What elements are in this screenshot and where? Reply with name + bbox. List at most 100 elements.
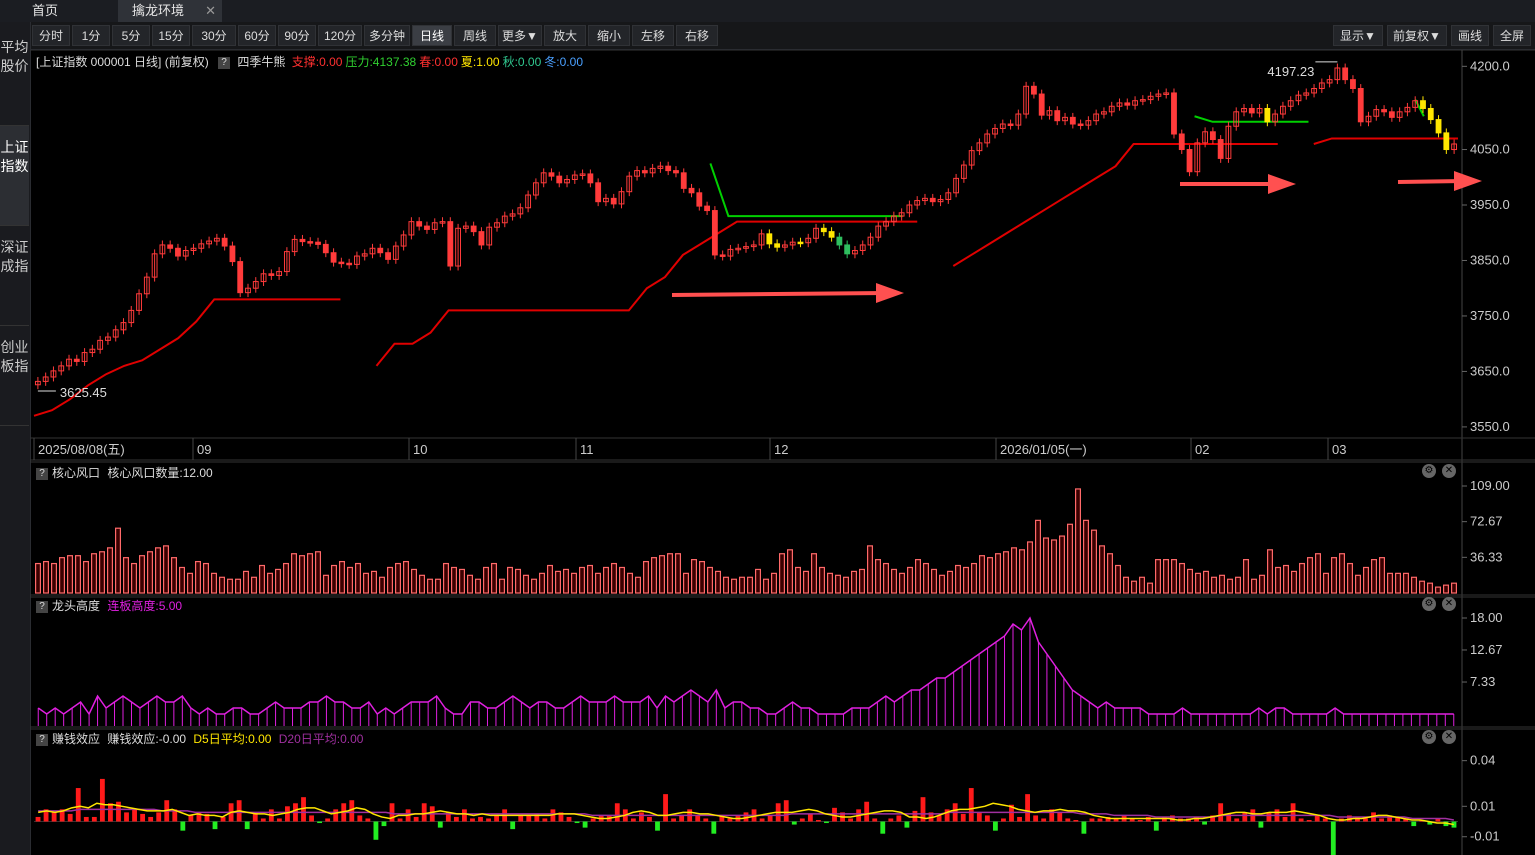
y-tick-label: 36.33 (1470, 549, 1503, 564)
longtou-line (37, 616, 1454, 716)
candle-body (167, 244, 174, 249)
zhuanqian-bar (647, 816, 652, 822)
fengkou-bar (546, 564, 553, 594)
candle-body (416, 221, 423, 227)
indicator-value-4: 秋:0.00 (502, 55, 542, 69)
close-icon[interactable]: ✕ (205, 0, 216, 22)
zhuanqian-bar (365, 818, 371, 822)
view-button-2[interactable]: 画线 (1451, 25, 1489, 46)
period-button-11[interactable]: 更多▼ (498, 25, 542, 46)
candle-body (719, 254, 726, 257)
period-button-2[interactable]: 5分 (112, 25, 150, 46)
sidebar-index-2[interactable]: 深证成指 (0, 226, 29, 326)
help-icon[interactable]: ? (36, 600, 48, 613)
zhuanqian-bar (1001, 818, 1006, 822)
sidebar-index-1[interactable]: 上证指数 (0, 126, 29, 226)
sidebar-index-3[interactable]: 创业板指 (0, 326, 29, 426)
index-sidebar: 平均股价 上证指数 深证成指 创业板指 (0, 22, 31, 855)
panel-title-fengkou: ? 核心风口 核心风口数量:12.00 (36, 464, 213, 481)
candle-body (595, 182, 602, 203)
panel-value: 连板高度:5.00 (107, 599, 183, 613)
zhuanqian-bar (1081, 821, 1087, 834)
tab-home-label: 首页 (32, 3, 59, 18)
zhuanqian-bar (260, 818, 266, 822)
tab-home[interactable]: 首页 (18, 0, 72, 22)
fengkou-bar (66, 555, 73, 594)
view-button-3[interactable]: 全屏 (1493, 25, 1531, 46)
candle-body (1077, 123, 1084, 127)
main-title-text: [上证指数 000001 日线] (前复权) (36, 55, 209, 69)
help-icon[interactable]: ? (36, 733, 48, 746)
zhuanqian-bar (108, 803, 113, 822)
period-button-8[interactable]: 多分钟 (364, 25, 410, 46)
fengkou-bar (1106, 553, 1113, 594)
fengkou-bar (355, 562, 362, 594)
gear-icon[interactable]: ⚙ (1422, 597, 1436, 611)
zhuanqian-bar (317, 821, 323, 824)
fengkou-bar (531, 578, 538, 594)
zhuanqian-bar (494, 815, 500, 822)
candle-body (1342, 67, 1349, 81)
period-button-3[interactable]: 15分 (152, 25, 190, 46)
fengkou-bar (898, 572, 905, 594)
fengkou-bar (1082, 519, 1089, 594)
fengkou-bar (467, 574, 474, 594)
fengkou-bar (1450, 582, 1457, 594)
period-button-14[interactable]: 左移 (632, 25, 674, 46)
period-button-10[interactable]: 周线 (454, 25, 496, 46)
period-button-13[interactable]: 缩小 (588, 25, 630, 46)
fengkou-bar (634, 576, 641, 594)
period-button-15[interactable]: 右移 (676, 25, 718, 46)
zhuanqian-bar (1266, 812, 1272, 822)
candle-body (299, 238, 306, 243)
candle-body (836, 236, 843, 246)
close-panel-icon[interactable]: ✕ (1442, 730, 1456, 744)
gear-icon[interactable]: ⚙ (1422, 730, 1436, 744)
candle-body (1357, 88, 1364, 123)
view-button-0[interactable]: 显示▼ (1333, 25, 1383, 46)
period-button-1[interactable]: 1分 (72, 25, 110, 46)
period-button-4[interactable]: 30分 (192, 25, 236, 46)
fengkou-bar (1290, 570, 1297, 594)
legend-d20: D20日平均:0.00 (278, 732, 364, 746)
help-icon[interactable]: ? (218, 56, 231, 69)
period-button-6[interactable]: 90分 (278, 25, 316, 46)
zhuanqian-bar (333, 809, 339, 822)
arrow-1-head (876, 283, 904, 303)
close-panel-icon[interactable]: ✕ (1442, 464, 1456, 478)
y-tick-label: 3950.0 (1470, 197, 1510, 212)
fengkou-bar (810, 553, 817, 594)
period-button-7[interactable]: 120分 (318, 25, 362, 46)
panel-title-longtou: ? 龙头高度 连板高度:5.00 (36, 597, 182, 614)
view-button-1[interactable]: 前复权▼ (1387, 25, 1447, 46)
period-button-12[interactable]: 放大 (544, 25, 586, 46)
candle-body (1124, 102, 1131, 106)
y-tick-label: 109.00 (1470, 478, 1510, 493)
y-tick-label: 0.04 (1470, 753, 1495, 768)
close-panel-icon[interactable]: ✕ (1442, 597, 1456, 611)
tab-qinlong[interactable]: 擒龙环境 ✕ (118, 0, 222, 22)
zhuanqian-bar (767, 815, 773, 822)
fengkou-bar (666, 553, 673, 594)
help-icon[interactable]: ? (36, 467, 48, 480)
zhuanqian-bar (148, 816, 154, 822)
fengkou-bar (283, 562, 290, 594)
fengkou-bar (1250, 578, 1257, 594)
zhuanqian-bar (470, 818, 475, 822)
candle-body (587, 173, 594, 184)
candle-body (1031, 85, 1037, 95)
fengkou-bar (187, 572, 194, 594)
y-tick-label: 3650.0 (1470, 363, 1510, 378)
fengkou-bar (1258, 574, 1265, 594)
indicator-value-0: 支撑:0.00 (291, 55, 343, 69)
zhuanqian-bar (1025, 794, 1030, 822)
period-button-5[interactable]: 60分 (238, 25, 276, 46)
period-button-9[interactable]: 日线 (412, 25, 452, 46)
fengkou-bar (818, 566, 825, 594)
zhuanqian-bar (91, 816, 97, 822)
gear-icon[interactable]: ⚙ (1422, 464, 1436, 478)
candle-body (229, 245, 236, 263)
sidebar-index-0[interactable]: 平均股价 (0, 26, 29, 126)
fengkou-bar (1122, 576, 1129, 594)
period-button-0[interactable]: 分时 (32, 25, 70, 46)
